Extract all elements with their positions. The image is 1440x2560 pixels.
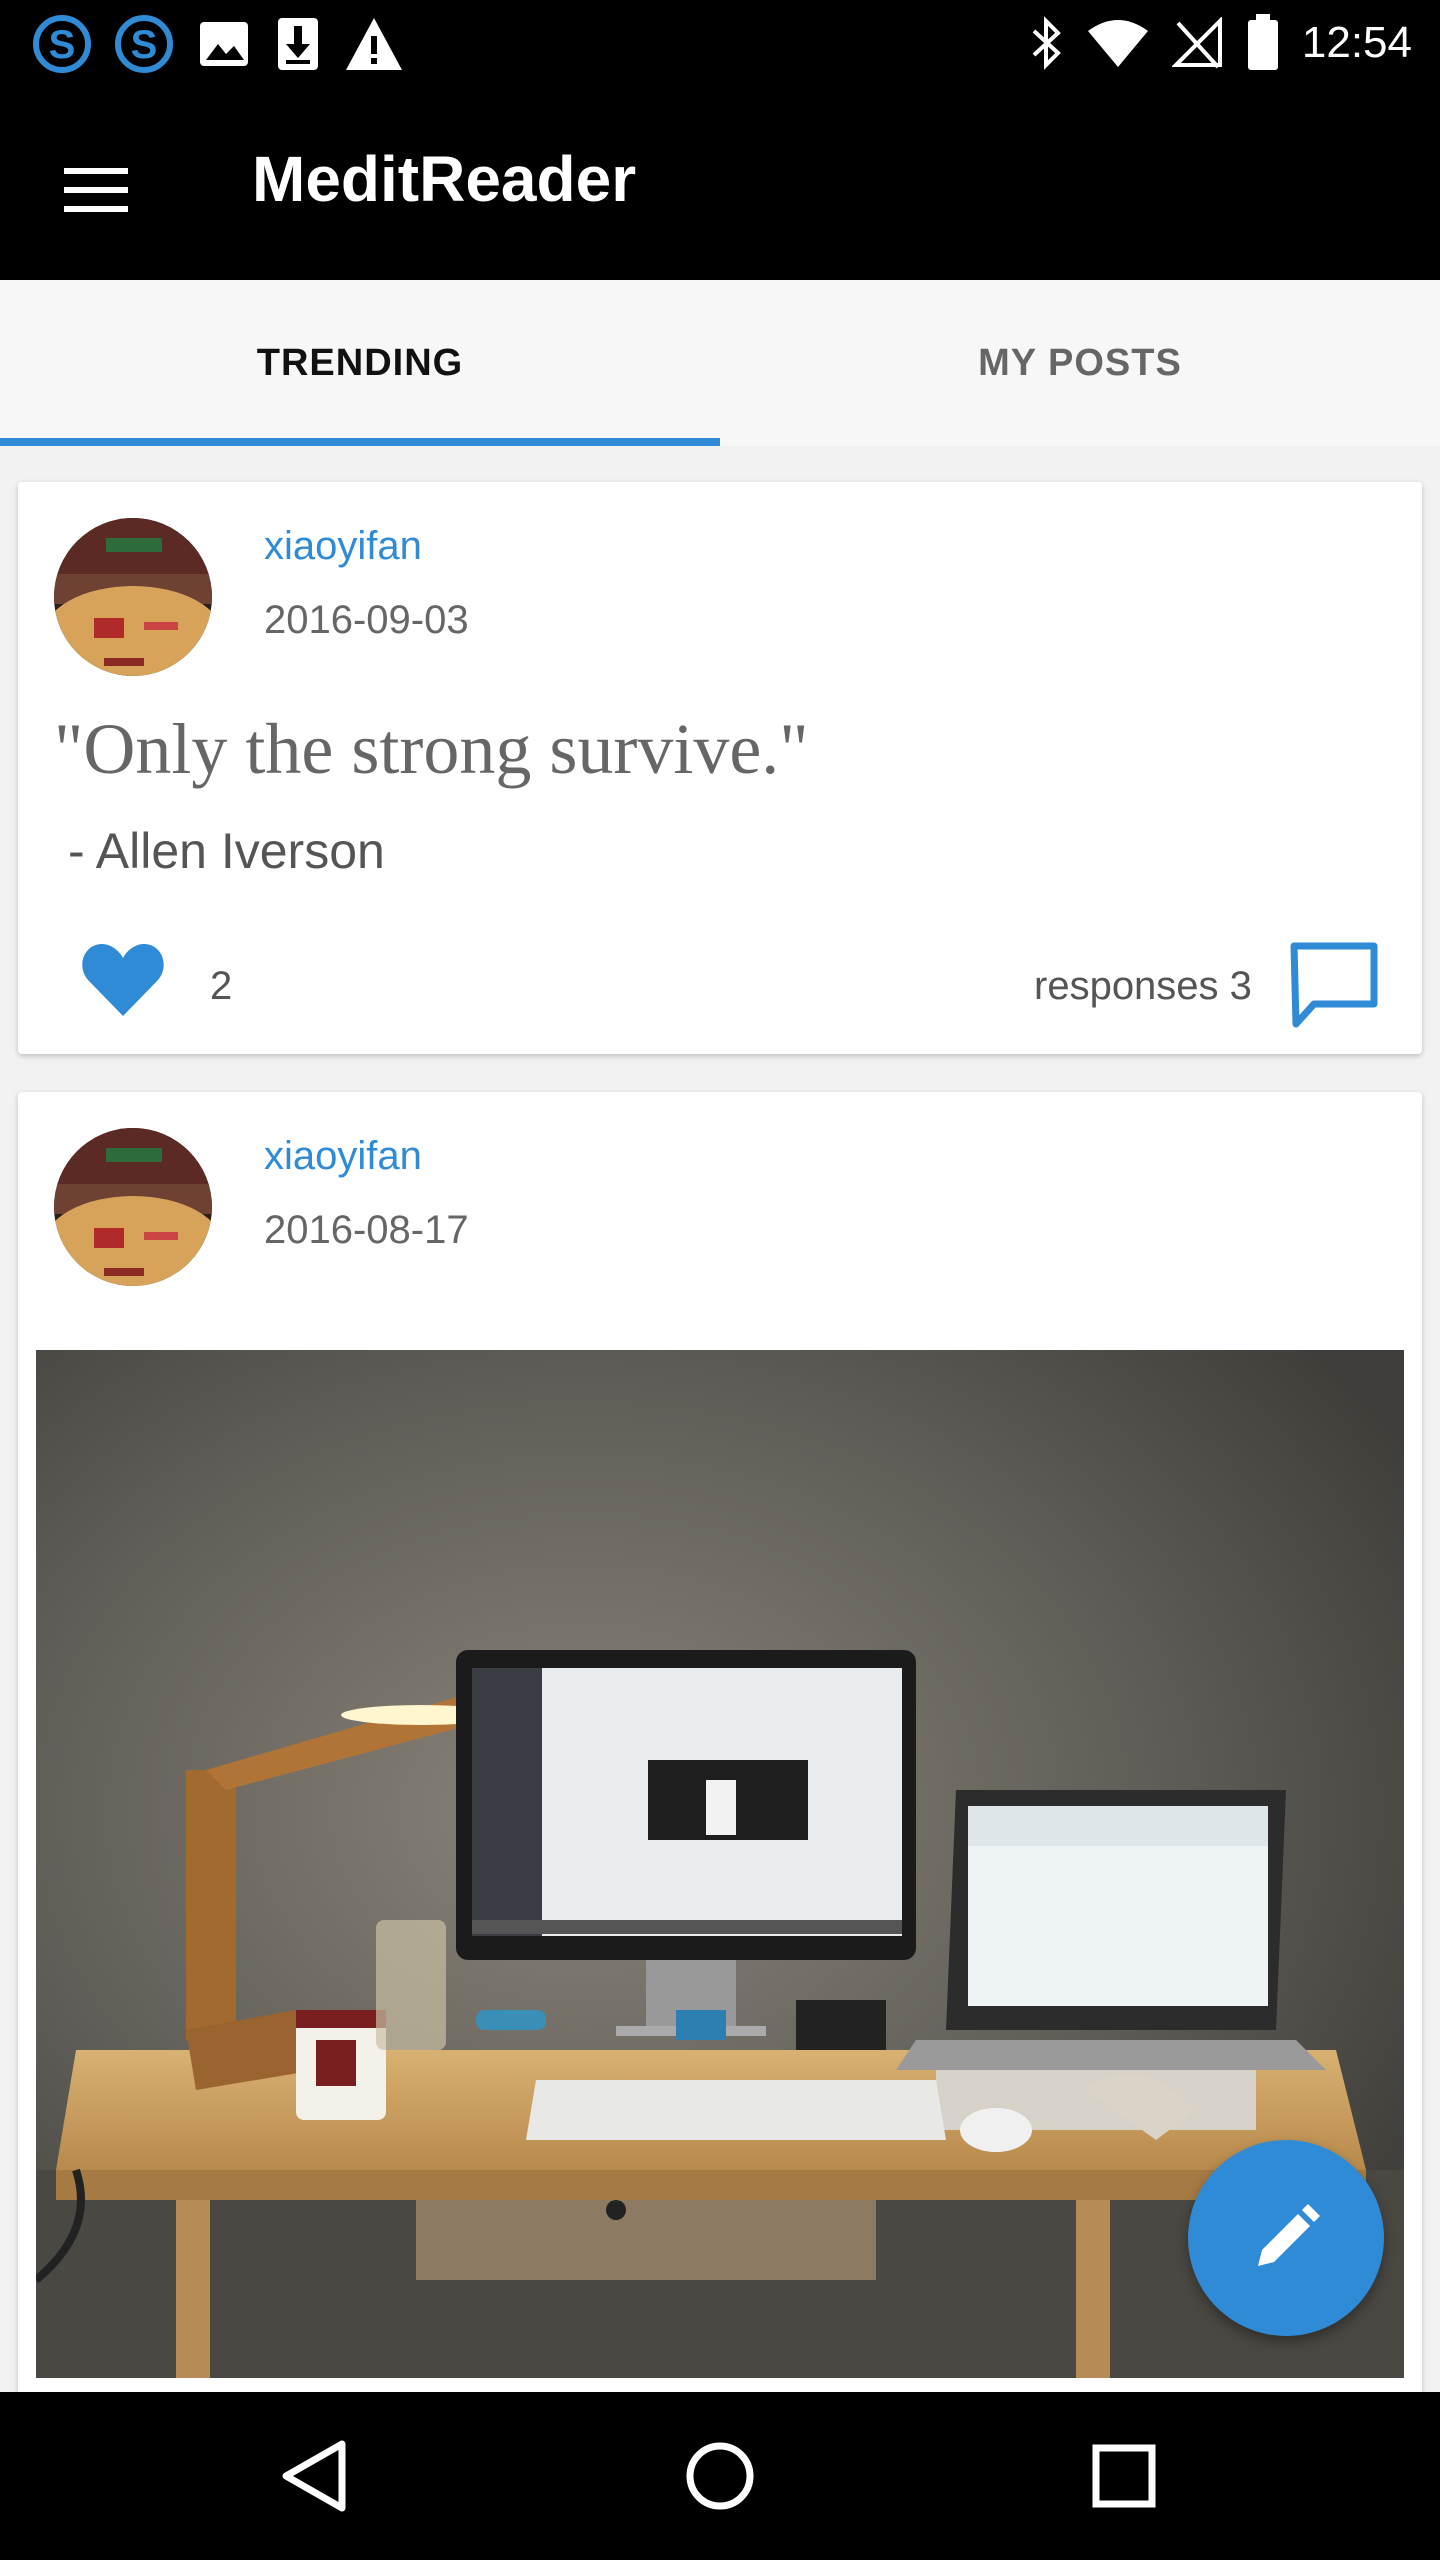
app-title: MeditReader <box>252 143 637 215</box>
post-date: 2016-08-17 <box>264 1208 469 1252</box>
warning-icon <box>346 18 402 70</box>
post-card[interactable]: xiaoyifan 2016-09-03 "Only the strong su… <box>18 482 1422 1054</box>
post-date: 2016-09-03 <box>264 598 469 642</box>
responses-label[interactable]: responses 3 <box>1034 964 1252 1009</box>
battery-icon <box>1247 14 1278 70</box>
tab-bar: TRENDING MY POSTS <box>0 280 1440 446</box>
pencil-edit-icon <box>1258 2204 1320 2266</box>
status-right-icons: 12:54 <box>1028 14 1412 72</box>
status-time: 12:54 <box>1301 18 1412 67</box>
hamburger-menu-icon[interactable] <box>56 150 136 230</box>
home-circle-icon[interactable] <box>680 2436 760 2516</box>
post-author: - Allen Iverson <box>68 823 385 879</box>
post-username[interactable]: xiaoyifan <box>264 1134 422 1179</box>
image-icon <box>200 22 248 66</box>
tab-trending[interactable]: TRENDING <box>0 280 720 446</box>
status-bar: S S 12:54 <box>0 0 1440 86</box>
app-bar: MeditReader <box>0 86 1440 280</box>
wifi-icon <box>1087 20 1148 67</box>
like-heart-icon[interactable] <box>80 940 166 1020</box>
system-nav-bar <box>0 2392 1440 2560</box>
back-triangle-icon[interactable] <box>276 2436 356 2516</box>
tab-indicator <box>0 438 720 446</box>
bluetooth-icon <box>1032 16 1061 70</box>
post-quote: "Only the strong survive." <box>54 709 809 789</box>
comment-icon[interactable] <box>1288 940 1380 1030</box>
no-signal-icon <box>1171 17 1222 69</box>
avatar[interactable] <box>54 518 212 676</box>
avatar[interactable] <box>54 1128 212 1286</box>
likes-count: 2 <box>210 964 233 1008</box>
skype-icon: S <box>115 15 173 73</box>
tab-my-posts[interactable]: MY POSTS <box>720 280 1440 446</box>
svg-text:S: S <box>131 23 158 67</box>
svg-text:S: S <box>49 23 76 67</box>
status-left-icons: S S <box>32 14 404 74</box>
compose-fab[interactable] <box>1188 2140 1384 2336</box>
recents-square-icon[interactable] <box>1084 2436 1164 2516</box>
post-username[interactable]: xiaoyifan <box>264 524 422 569</box>
download-icon <box>278 18 318 70</box>
skype-icon: S <box>33 15 91 73</box>
